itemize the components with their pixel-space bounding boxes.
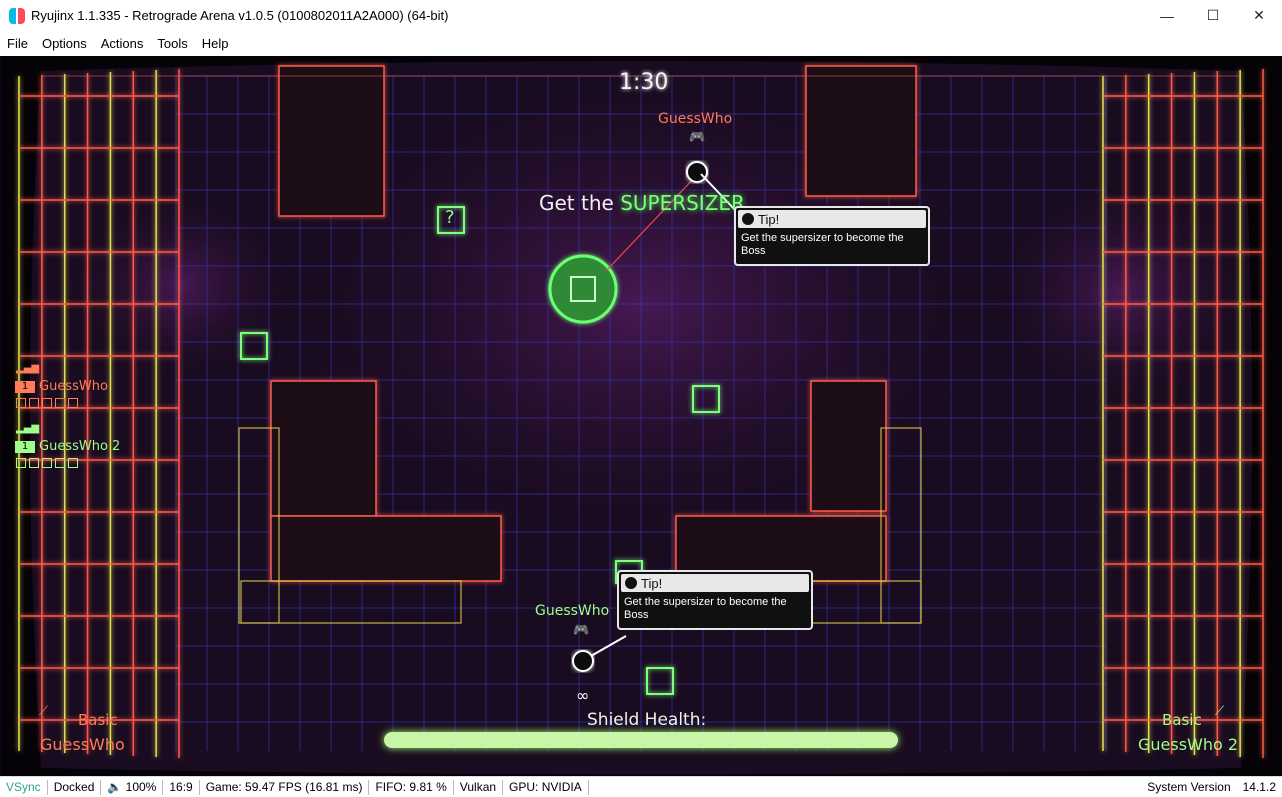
maximize-button[interactable]: ☐: [1190, 0, 1236, 31]
vsync-toggle[interactable]: VSync: [0, 779, 48, 795]
game-viewport[interactable]: 1:30 ? Get the SUPERSIZER GuessWho 🎮 Gue…: [1, 56, 1281, 776]
controller-icon: 🎮: [689, 130, 706, 145]
shield-health-bar: [384, 732, 898, 748]
weapon-label: Basic: [1162, 711, 1202, 729]
tip-heading: Tip!: [758, 211, 780, 227]
signal-icon: ▂▄▆: [16, 423, 40, 434]
fps-readout: Game: 59.47 FPS (16.81 ms): [200, 779, 370, 795]
player-label: GuessWho: [40, 735, 125, 754]
status-bar: VSync Docked 🔈 100% 16:9 Game: 59.47 FPS…: [0, 776, 1282, 797]
life-pips: [16, 458, 78, 468]
gpu-name: GPU: NVIDIA: [503, 779, 589, 795]
system-version-label: System Version: [1147, 779, 1231, 794]
player-top-name: GuessWho: [658, 111, 733, 127]
window-title: Ryujinx 1.1.335 - Retrograde Arena v1.0.…: [31, 8, 449, 23]
banner-highlight: SUPERSIZER: [620, 191, 745, 215]
fifo-readout: FIFO: 9.81 %: [369, 779, 454, 795]
menu-file[interactable]: File: [0, 36, 35, 51]
shield-health-label: Shield Health:: [587, 710, 707, 730]
scoreboard-name: GuessWho: [39, 379, 108, 394]
life-pips: [16, 398, 78, 408]
tip-popup: Tip! Get the supersizer to become the Bo…: [617, 570, 813, 630]
volume-indicator[interactable]: 🔈 100%: [101, 779, 164, 795]
scoreboard-name: GuessWho 2: [39, 439, 121, 454]
supersizer-orb: [548, 254, 618, 324]
level-badge: 1: [15, 380, 35, 393]
ryujinx-logo-icon: [9, 7, 25, 24]
match-timer: 1:30: [619, 70, 669, 95]
scoreboard-row: 1 GuessWho 2: [15, 439, 120, 454]
aspect-ratio[interactable]: 16:9: [163, 779, 200, 795]
dock-toggle[interactable]: Docked: [48, 779, 102, 795]
lightbulb-icon: [742, 213, 754, 225]
infinite-ammo-icon: ∞: [576, 686, 590, 705]
tip-popup: Tip! Get the supersizer to become the Bo…: [734, 206, 930, 266]
weapon-icon: ⟋: [1215, 704, 1225, 719]
weapon-label: Basic: [78, 711, 118, 729]
arena-graphics: [1, 56, 1281, 776]
banner-prefix: Get the: [539, 191, 621, 215]
lightbulb-icon: [625, 577, 637, 589]
menu-options[interactable]: Options: [35, 36, 94, 51]
title-bar: Ryujinx 1.1.335 - Retrograde Arena v1.0.…: [0, 0, 1282, 31]
menu-help[interactable]: Help: [195, 36, 236, 51]
scoreboard-row: 1 GuessWho: [15, 379, 108, 394]
objective-banner: Get the SUPERSIZER: [539, 191, 745, 215]
minimize-button[interactable]: —: [1144, 0, 1190, 31]
menu-bar: File Options Actions Tools Help: [0, 31, 1282, 56]
weapon-icon: ⟋: [39, 704, 49, 719]
player-bottom-name: GuessWho: [535, 603, 610, 619]
signal-icon: ▂▄▆: [16, 363, 40, 374]
menu-actions[interactable]: Actions: [94, 36, 151, 51]
close-button[interactable]: ✕: [1236, 0, 1282, 31]
controller-icon: 🎮: [573, 623, 590, 638]
tip-heading: Tip!: [641, 575, 663, 591]
system-version-value: 14.1.2: [1242, 779, 1276, 794]
graphics-api: Vulkan: [454, 779, 504, 795]
tip-body: Get the supersizer to become the Boss: [624, 596, 787, 621]
level-badge: 1: [15, 440, 35, 453]
menu-tools[interactable]: Tools: [150, 36, 194, 51]
tip-body: Get the supersizer to become the Boss: [741, 232, 904, 257]
player-label: GuessWho 2: [1138, 735, 1239, 754]
mystery-pickup-icon: ?: [445, 207, 455, 228]
